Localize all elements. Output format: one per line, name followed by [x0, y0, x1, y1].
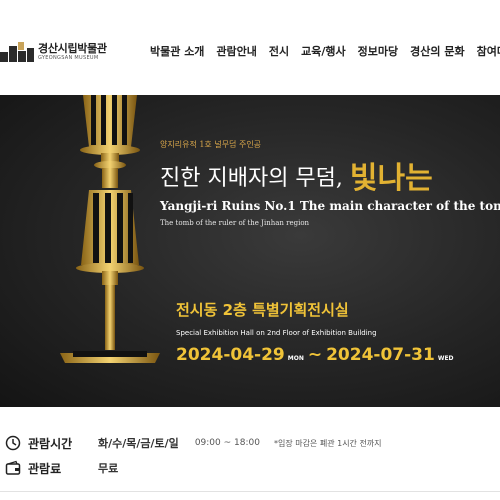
banner-subtitle-ko: 양지리유적 1호 널무덤 주인공 [160, 140, 262, 149]
fee-value: 무료 [98, 462, 119, 475]
nav-item-about[interactable]: 박물관 소개 [150, 43, 204, 59]
banner-title-highlight: 빛나는 [349, 161, 433, 196]
start-day: MON [287, 355, 304, 362]
nav-item-exhibition[interactable]: 전시 [269, 43, 289, 59]
fee-label: 관람료 [28, 461, 62, 476]
end-date: 2024-07-31 [326, 345, 435, 365]
exhibition-banner[interactable]: 양지리유적 1호 널무덤 주인공 진한 지배자의 무덤, 빛나는 Yangji-… [0, 95, 500, 407]
nav-item-culture[interactable]: 경산의 문화 [410, 43, 464, 59]
hours-note: *입장 마감은 폐관 1시간 전까지 [273, 438, 382, 448]
logo-mark-icon [0, 42, 34, 62]
nav-item-information[interactable]: 정보마당 [358, 43, 398, 59]
museum-logo[interactable]: 경산시립박물관 GYEONGSAN MUSEUM [0, 38, 107, 66]
bronze-artifact-image [60, 95, 160, 363]
banner-title-main: 진한 지배자의 무덤, [160, 166, 343, 191]
banner-hall-ko: 전시동 2층 특별기획전시실 [176, 301, 349, 319]
wallet-icon [4, 459, 22, 477]
open-days: 화/수/목/금/토/일 [98, 437, 179, 450]
nav-item-education[interactable]: 교육/행사 [301, 43, 346, 59]
logo-name-ko: 경산시립박물관 [38, 42, 107, 55]
logo-name-en: GYEONGSAN MUSEUM [38, 55, 99, 61]
start-date: 2024-04-29 [176, 345, 285, 365]
banner-title-ko: 진한 지배자의 무덤, 빛나는 [160, 153, 433, 197]
banner-desc-en: The tomb of the ruler of the Jinhan regi… [160, 219, 310, 227]
date-separator: ~ [307, 345, 323, 365]
banner-hall-en: Special Exhibition Hall on 2nd Floor of … [176, 329, 377, 337]
clock-icon [4, 434, 22, 452]
banner-date-range: 2024-04-29 MON ~ 2024-07-31 WED [176, 345, 454, 365]
nav-item-participation[interactable]: 참여마당 [477, 43, 500, 59]
site-header: 경산시립박물관 GYEONGSAN MUSEUM 박물관 소개 관람안내 전시 … [0, 0, 500, 95]
nav-item-visit-info[interactable]: 관람안내 [216, 43, 256, 59]
hours-label: 관람시간 [28, 436, 73, 451]
open-hours: 09:00 ~ 18:00 [194, 438, 260, 448]
visit-info-section: 관람시간 화/수/목/금/토/일 09:00 ~ 18:00 *입장 마감은 폐… [0, 407, 500, 500]
main-nav: 박물관 소개 관람안내 전시 교육/행사 정보마당 경산의 문화 참여마당 [150, 43, 500, 59]
fee-row: 관람료 무료 [4, 459, 134, 477]
end-day: WED [437, 355, 454, 362]
banner-title-en: Yangji-ri Ruins No.1 The main character … [160, 199, 500, 213]
hours-row: 관람시간 화/수/목/금/토/일 09:00 ~ 18:00 *입장 마감은 폐… [4, 434, 382, 452]
section-divider [0, 491, 500, 492]
